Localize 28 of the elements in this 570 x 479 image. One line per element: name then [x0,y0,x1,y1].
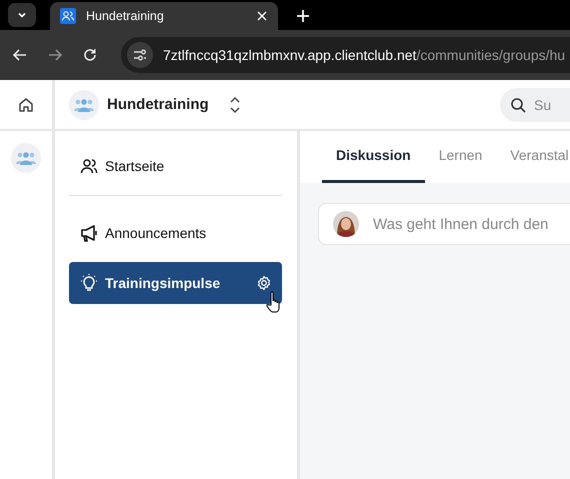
sidebar-item[interactable]: Startseite [69,145,282,187]
site-settings-icon[interactable] [127,42,153,68]
settings-icon[interactable] [256,275,272,291]
browser-tab[interactable]: Hundetraining [50,2,278,30]
people-icon [60,8,76,24]
group-name[interactable]: Hundetraining [107,96,209,113]
url-text: 7ztlfnccq31qzlmbmxnv.app.clientclub.net/communities/groups/hu [163,47,566,63]
forward-icon[interactable] [47,47,63,63]
new-tab-icon[interactable] [296,9,310,23]
group-avatar [69,90,99,120]
tab-title: Hundetraining [86,9,165,23]
tab[interactable]: Veranstal [496,147,570,183]
close-icon[interactable] [256,10,268,22]
chevron-up-down-icon[interactable] [228,96,241,114]
tab[interactable]: Lernen [424,147,496,183]
post-composer[interactable]: Was geht Ihnen durch den [318,203,570,245]
lightbulb-icon [79,273,99,293]
back-icon[interactable] [12,47,28,63]
sidebar-item[interactable]: Trainingsimpulse [69,262,282,304]
tab[interactable]: Diskussion [322,147,425,183]
home-icon[interactable] [17,96,35,114]
sidebar-item[interactable]: Announcements [69,212,282,254]
address-bar[interactable]: 7ztlfnccq31qzlmbmxnv.app.clientclub.net/communities/groups/hu [121,37,570,73]
tab-search-button[interactable] [8,3,36,27]
megaphone-icon [79,223,99,243]
reload-icon[interactable] [82,47,98,63]
search-icon [510,96,526,112]
hand-cursor-icon [266,291,282,313]
